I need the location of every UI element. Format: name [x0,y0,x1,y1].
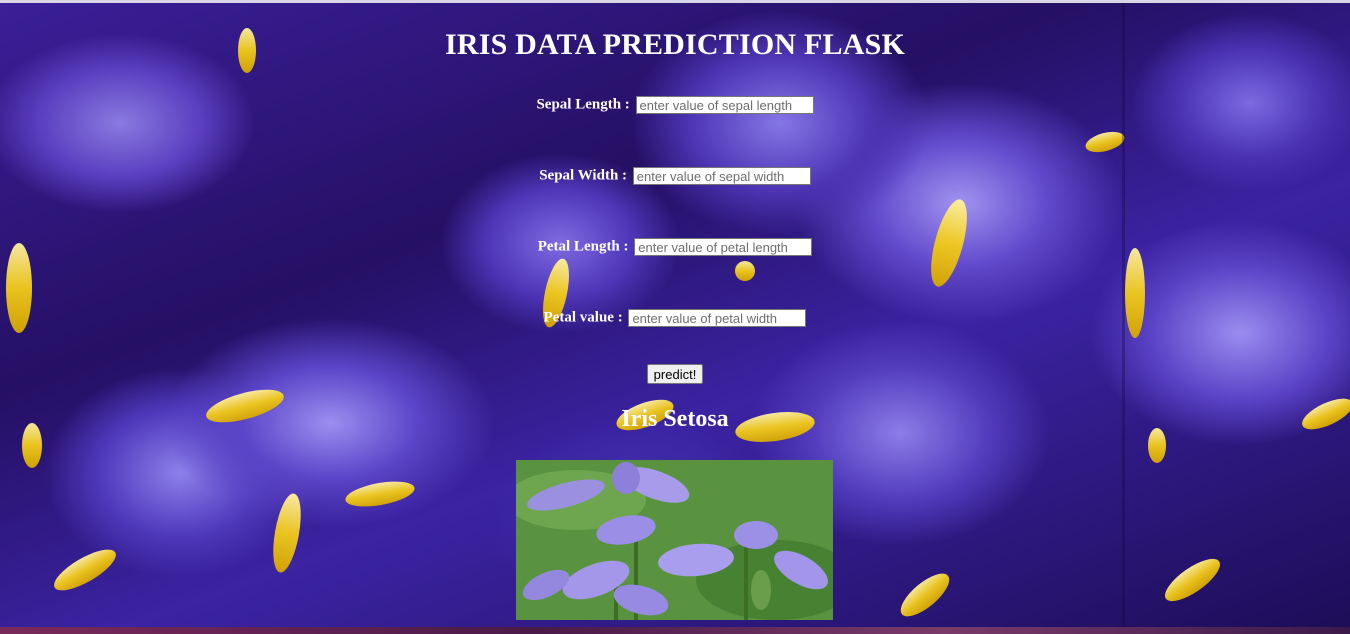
petal-width-label: Petal value : [543,309,623,326]
petal-width-input[interactable] [628,309,807,327]
sepal-length-row: Sepal Length : [0,96,1350,114]
sepal-length-label: Sepal Length : [536,96,630,113]
main-content: IRIS DATA PREDICTION FLASK Sepal Length … [0,0,1350,634]
prediction-result: Iris Setosa [621,406,729,432]
sepal-width-input[interactable] [632,167,811,185]
predict-button-row: predict! [0,364,1350,384]
sepal-width-row: Sepal Width : [0,167,1350,185]
iris-flower-image [516,460,833,620]
sepal-length-input[interactable] [635,96,814,114]
page-title: IRIS DATA PREDICTION FLASK [444,28,905,61]
petal-width-row: Petal value : [0,309,1350,327]
sepal-width-label: Sepal Width : [539,167,628,184]
petal-length-label: Petal Length : [537,238,629,255]
petal-length-input[interactable] [634,238,813,256]
petal-length-row: Petal Length : [0,238,1350,256]
predict-button[interactable]: predict! [646,364,704,384]
